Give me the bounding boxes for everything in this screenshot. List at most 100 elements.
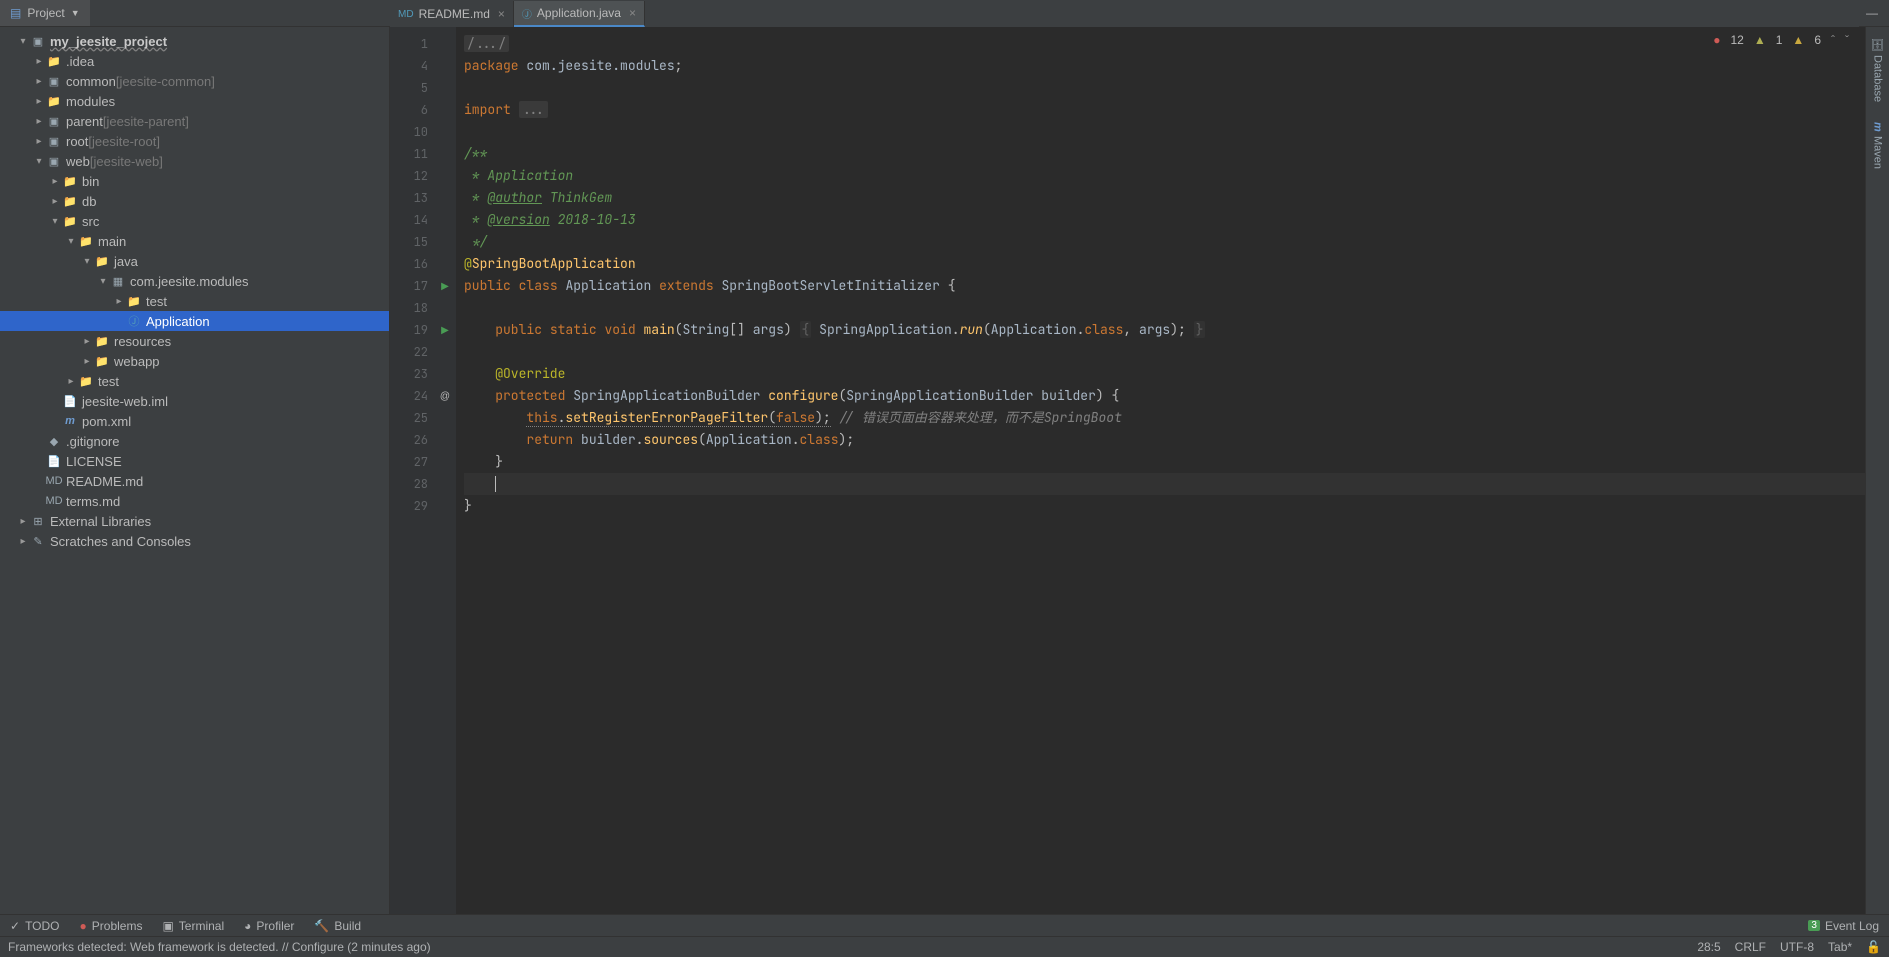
- line-number[interactable]: 18: [390, 297, 428, 319]
- tree-item[interactable]: ▸📁webapp: [0, 351, 389, 371]
- tree-item[interactable]: ▾▣my_jeesite_project: [0, 31, 389, 51]
- next-highlight-icon[interactable]: ˇ: [1845, 33, 1849, 47]
- code-editor[interactable]: /.../package com.jeesite.modules;import …: [456, 27, 1877, 914]
- chevron-icon[interactable]: ▾: [16, 36, 30, 47]
- tree-item[interactable]: ▸▣common [jeesite-common]: [0, 71, 389, 91]
- tree-item[interactable]: ▸▣parent [jeesite-parent]: [0, 111, 389, 131]
- line-number[interactable]: 10: [390, 121, 428, 143]
- terminal-tool-button[interactable]: ▣Terminal: [152, 915, 234, 936]
- gutter-icon-slot[interactable]: [434, 451, 456, 473]
- tree-item[interactable]: ▸📁db: [0, 191, 389, 211]
- chevron-icon[interactable]: ▾: [32, 156, 46, 167]
- tree-item[interactable]: ▸📁bin: [0, 171, 389, 191]
- build-tool-button[interactable]: 🔨Build: [304, 915, 371, 936]
- inspection-summary[interactable]: ●12 ▲1 ▲6 ˆ ˇ: [1713, 33, 1849, 47]
- chevron-icon[interactable]: ▸: [80, 356, 94, 367]
- chevron-icon[interactable]: ▸: [112, 296, 126, 307]
- tree-item[interactable]: ▾📁main: [0, 231, 389, 251]
- gutter-icon-slot[interactable]: ▶: [434, 319, 456, 341]
- override-icon[interactable]: @: [440, 391, 450, 402]
- editor-tab[interactable]: ⒿApplication.java×: [514, 1, 645, 27]
- problems-tool-button[interactable]: ●Problems: [70, 915, 153, 936]
- tree-item[interactable]: ▸📁.idea: [0, 51, 389, 71]
- gutter-icon-slot[interactable]: [434, 55, 456, 77]
- gutter-icon-slot[interactable]: [434, 165, 456, 187]
- gutter-icon-slot[interactable]: [434, 341, 456, 363]
- gutter-icon-slot[interactable]: [434, 33, 456, 55]
- chevron-icon[interactable]: ▾: [48, 216, 62, 227]
- tree-item[interactable]: 📄LICENSE: [0, 451, 389, 471]
- chevron-icon[interactable]: ▸: [32, 136, 46, 147]
- line-number[interactable]: 16: [390, 253, 428, 275]
- tree-item[interactable]: ▸📁test: [0, 291, 389, 311]
- file-encoding[interactable]: UTF-8: [1780, 940, 1814, 954]
- gutter-icon-slot[interactable]: [434, 77, 456, 99]
- tree-item[interactable]: ▾▣web [jeesite-web]: [0, 151, 389, 171]
- tree-item[interactable]: MDterms.md: [0, 491, 389, 511]
- event-log-button[interactable]: 3 Event Log: [1798, 919, 1889, 933]
- gutter-icon-slot[interactable]: [434, 209, 456, 231]
- line-separator[interactable]: CRLF: [1735, 940, 1766, 954]
- chevron-icon[interactable]: ▸: [48, 196, 62, 207]
- chevron-icon[interactable]: ▾: [96, 276, 110, 287]
- chevron-icon[interactable]: ▸: [32, 116, 46, 127]
- readonly-icon[interactable]: 🔓: [1866, 940, 1881, 954]
- chevron-icon[interactable]: ▸: [80, 336, 94, 347]
- gutter-icon-slot[interactable]: @: [434, 385, 456, 407]
- tree-item[interactable]: ▸✎Scratches and Consoles: [0, 531, 389, 551]
- hide-icon[interactable]: —: [1861, 2, 1883, 24]
- line-number[interactable]: 14: [390, 209, 428, 231]
- tree-item[interactable]: ▸📁resources: [0, 331, 389, 351]
- gutter-icon-slot[interactable]: [434, 187, 456, 209]
- line-number[interactable]: 28: [390, 473, 428, 495]
- prev-highlight-icon[interactable]: ˆ: [1831, 33, 1835, 47]
- gutter-icons[interactable]: ▶ ▶ @: [434, 27, 456, 914]
- tree-item[interactable]: ▸▣root [jeesite-root]: [0, 131, 389, 151]
- line-number[interactable]: 25: [390, 407, 428, 429]
- line-number[interactable]: 19: [390, 319, 428, 341]
- chevron-icon[interactable]: ▾: [80, 256, 94, 267]
- line-number[interactable]: 1: [390, 33, 428, 55]
- chevron-icon[interactable]: ▸: [48, 176, 62, 187]
- indent-setting[interactable]: Tab*: [1828, 940, 1852, 954]
- gutter-icon-slot[interactable]: ▶: [434, 275, 456, 297]
- tree-item[interactable]: ◆.gitignore: [0, 431, 389, 451]
- run-icon[interactable]: ▶: [441, 325, 449, 336]
- gutter-icon-slot[interactable]: [434, 99, 456, 121]
- database-tool-button[interactable]: 🗄Database: [1871, 31, 1884, 108]
- project-tool-button[interactable]: ▤ Project ▼: [0, 0, 90, 26]
- line-number[interactable]: 29: [390, 495, 428, 517]
- line-number[interactable]: 11: [390, 143, 428, 165]
- line-number[interactable]: 17: [390, 275, 428, 297]
- line-number[interactable]: 26: [390, 429, 428, 451]
- gutter-icon-slot[interactable]: [434, 363, 456, 385]
- maven-tool-button[interactable]: mMaven: [1872, 116, 1884, 175]
- profiler-tool-button[interactable]: ◕Profiler: [234, 915, 304, 936]
- tree-item[interactable]: ▾📁src: [0, 211, 389, 231]
- tree-item[interactable]: MDREADME.md: [0, 471, 389, 491]
- line-number[interactable]: 5: [390, 77, 428, 99]
- chevron-icon[interactable]: ▸: [32, 56, 46, 67]
- line-number[interactable]: 15: [390, 231, 428, 253]
- tree-item[interactable]: ▸⊞External Libraries: [0, 511, 389, 531]
- tree-item[interactable]: ⒿApplication: [0, 311, 389, 331]
- line-number[interactable]: 27: [390, 451, 428, 473]
- tree-item[interactable]: ▸📁modules: [0, 91, 389, 111]
- status-message[interactable]: Frameworks detected: Web framework is de…: [8, 940, 431, 954]
- gutter-icon-slot[interactable]: [434, 231, 456, 253]
- tree-item[interactable]: 📄jeesite-web.iml: [0, 391, 389, 411]
- gutter-icon-slot[interactable]: [434, 143, 456, 165]
- gutter-icon-slot[interactable]: [434, 495, 456, 517]
- line-number[interactable]: 12: [390, 165, 428, 187]
- gutter-icon-slot[interactable]: [434, 473, 456, 495]
- tree-item[interactable]: mpom.xml: [0, 411, 389, 431]
- tree-item[interactable]: ▸📁test: [0, 371, 389, 391]
- line-number[interactable]: 6: [390, 99, 428, 121]
- line-number[interactable]: 4: [390, 55, 428, 77]
- project-tree-panel[interactable]: ▾▣my_jeesite_project▸📁.idea▸▣common [jee…: [0, 27, 390, 914]
- chevron-icon[interactable]: ▸: [16, 536, 30, 547]
- gutter-icon-slot[interactable]: [434, 407, 456, 429]
- line-number[interactable]: 13: [390, 187, 428, 209]
- run-icon[interactable]: ▶: [441, 281, 449, 292]
- close-icon[interactable]: ×: [629, 6, 636, 20]
